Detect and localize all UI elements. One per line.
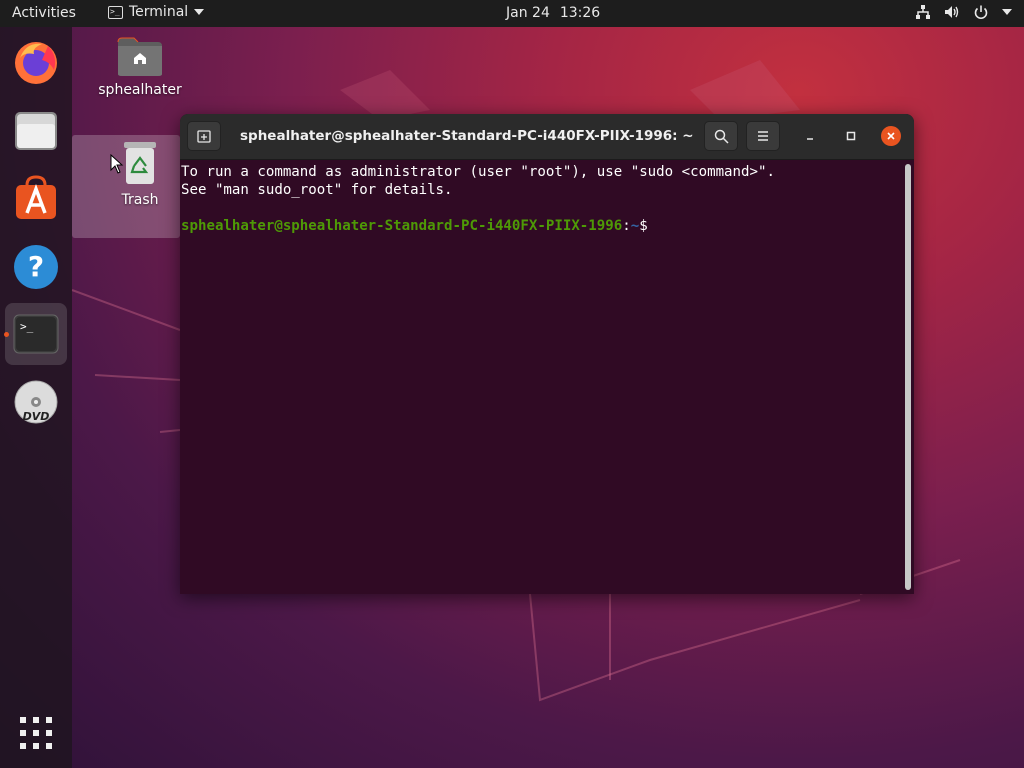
terminal-output[interactable]: To run a command as administrator (user … <box>180 160 905 594</box>
terminal-line: See "man sudo_root" for details. <box>181 182 453 198</box>
chevron-down-icon <box>1002 9 1012 15</box>
clock[interactable]: Jan 24 13:26 <box>506 5 600 21</box>
terminal-prompt: sphealhater@sphealhater-Standard-PC-i440… <box>181 217 905 235</box>
clock-time: 13:26 <box>559 5 601 21</box>
help-icon: ? <box>14 245 58 289</box>
activities-button[interactable]: Activities <box>12 5 76 21</box>
menu-button[interactable] <box>746 121 780 151</box>
close-icon <box>887 132 895 140</box>
prompt-user-host: sphealhater@sphealhater-Standard-PC-i440… <box>181 218 623 234</box>
app-menu-label: Terminal <box>129 4 189 20</box>
dock-files[interactable] <box>5 100 67 162</box>
prompt-dollar: $ <box>639 218 648 234</box>
chevron-down-icon <box>194 9 205 15</box>
files-icon <box>15 112 57 150</box>
terminal-window[interactable]: sphealhater@sphealhater-Standard-PC-i440… <box>180 114 914 594</box>
power-icon <box>974 5 988 20</box>
prompt-separator: : <box>622 218 631 234</box>
minimize-button[interactable] <box>800 126 820 146</box>
terminal-title: sphealhater@sphealhater-Standard-PC-i440… <box>240 128 694 144</box>
network-icon <box>916 5 930 19</box>
dock-dvd[interactable]: DVD <box>5 371 67 433</box>
dvd-icon: DVD <box>14 380 58 424</box>
search-button[interactable] <box>704 121 738 151</box>
running-indicator <box>4 332 9 337</box>
dock-terminal[interactable]: >_ <box>5 303 67 365</box>
trash-icon <box>124 142 156 184</box>
desktop-home-folder[interactable]: sphealhater <box>90 36 190 98</box>
mouse-cursor-icon <box>110 154 124 174</box>
terminal-headerbar[interactable]: sphealhater@sphealhater-Standard-PC-i440… <box>180 114 914 160</box>
home-folder-label: sphealhater <box>98 82 182 98</box>
maximize-icon <box>846 131 856 141</box>
terminal-icon: >_ <box>13 314 59 354</box>
dock-firefox[interactable] <box>5 31 67 93</box>
desktop-trash[interactable]: Trash <box>90 140 190 208</box>
hamburger-menu-icon <box>758 131 768 141</box>
new-tab-icon <box>197 130 211 143</box>
app-grid-icon <box>20 717 52 749</box>
software-icon <box>16 175 56 219</box>
terminal-scrollbar[interactable] <box>905 164 911 590</box>
svg-text:>_: >_ <box>20 320 34 333</box>
minimize-icon <box>807 138 813 140</box>
search-icon <box>714 129 729 144</box>
home-folder-icon <box>117 37 162 76</box>
system-tray[interactable] <box>915 4 1012 20</box>
clock-date: Jan 24 <box>506 5 550 21</box>
svg-text:DVD: DVD <box>23 410 50 423</box>
volume-icon <box>945 6 959 18</box>
dock-software[interactable] <box>5 167 67 229</box>
firefox-icon <box>15 42 57 84</box>
prompt-path: ~ <box>630 218 640 234</box>
app-menu[interactable]: >_ Terminal <box>108 4 205 20</box>
terminal-line: To run a command as administrator (user … <box>181 164 775 180</box>
top-bar: Activities >_ Terminal Jan 24 13:26 <box>0 0 1024 27</box>
dock: ? >_ DVD <box>0 27 72 768</box>
terminal-small-icon: >_ <box>108 5 123 19</box>
svg-text:?: ? <box>28 250 44 283</box>
trash-label: Trash <box>121 192 159 208</box>
maximize-button[interactable] <box>841 126 861 146</box>
show-applications-button[interactable] <box>20 717 52 753</box>
dock-help[interactable]: ? <box>5 236 67 298</box>
new-tab-button[interactable] <box>187 121 221 151</box>
close-button[interactable] <box>881 126 901 146</box>
